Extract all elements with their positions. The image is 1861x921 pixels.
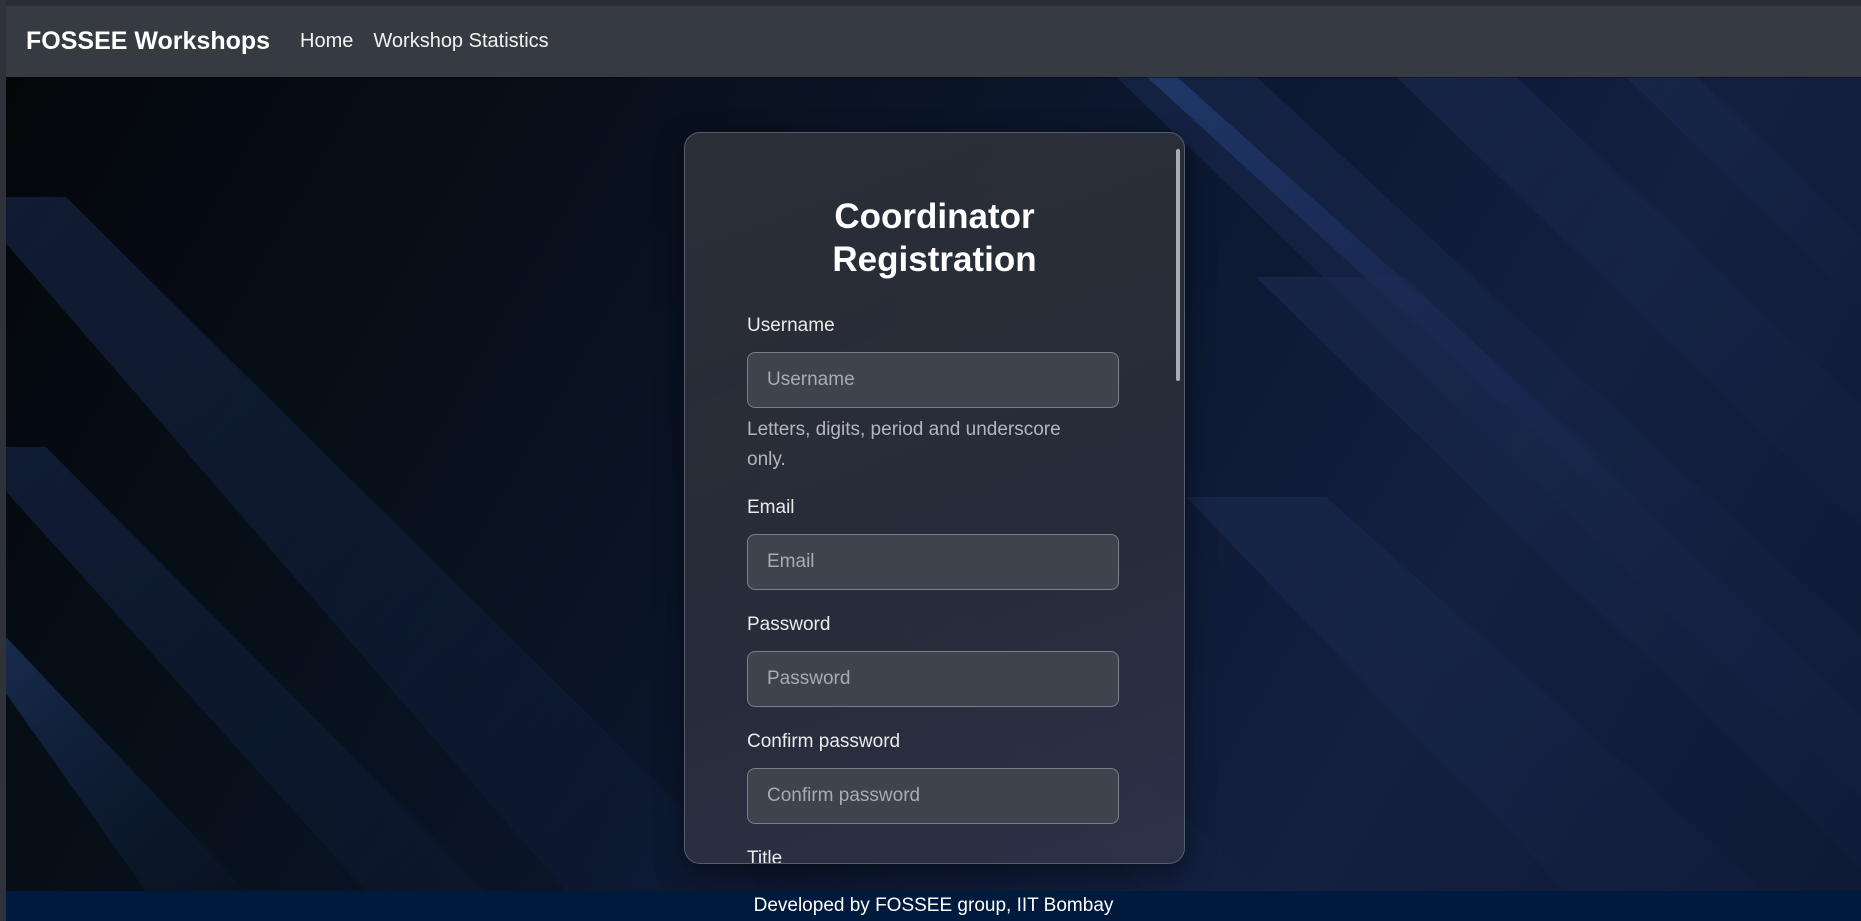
confirm-password-label: Confirm password [747, 731, 901, 752]
username-input[interactable] [747, 352, 1119, 408]
registration-card: Coordinator Registration Username Letter… [684, 132, 1185, 864]
confirm-password-input[interactable] [747, 768, 1119, 824]
title-line-2: Registration [832, 240, 1037, 279]
nav-link-home[interactable]: Home [300, 30, 353, 53]
nav-link-workshop-statistics[interactable]: Workshop Statistics [373, 30, 548, 53]
footer: Developed by FOSSEE group, IIT Bombay [6, 891, 1861, 921]
password-input[interactable] [747, 651, 1119, 707]
window-left-edge [0, 0, 6, 921]
page-title: Coordinator Registration [685, 195, 1184, 281]
username-label: Username [747, 315, 835, 336]
navbar: FOSSEE Workshops Home Workshop Statistic… [6, 6, 1861, 77]
brand-link[interactable]: FOSSEE Workshops [26, 27, 270, 56]
password-label: Password [747, 614, 831, 635]
title-label: Title [747, 848, 783, 864]
title-line-1: Coordinator [834, 197, 1035, 236]
username-help-text: Letters, digits, period and underscore o… [747, 419, 1061, 470]
footer-text: Developed by FOSSEE group, IIT Bombay [753, 895, 1114, 916]
email-label: Email [747, 497, 795, 518]
email-input[interactable] [747, 534, 1119, 590]
